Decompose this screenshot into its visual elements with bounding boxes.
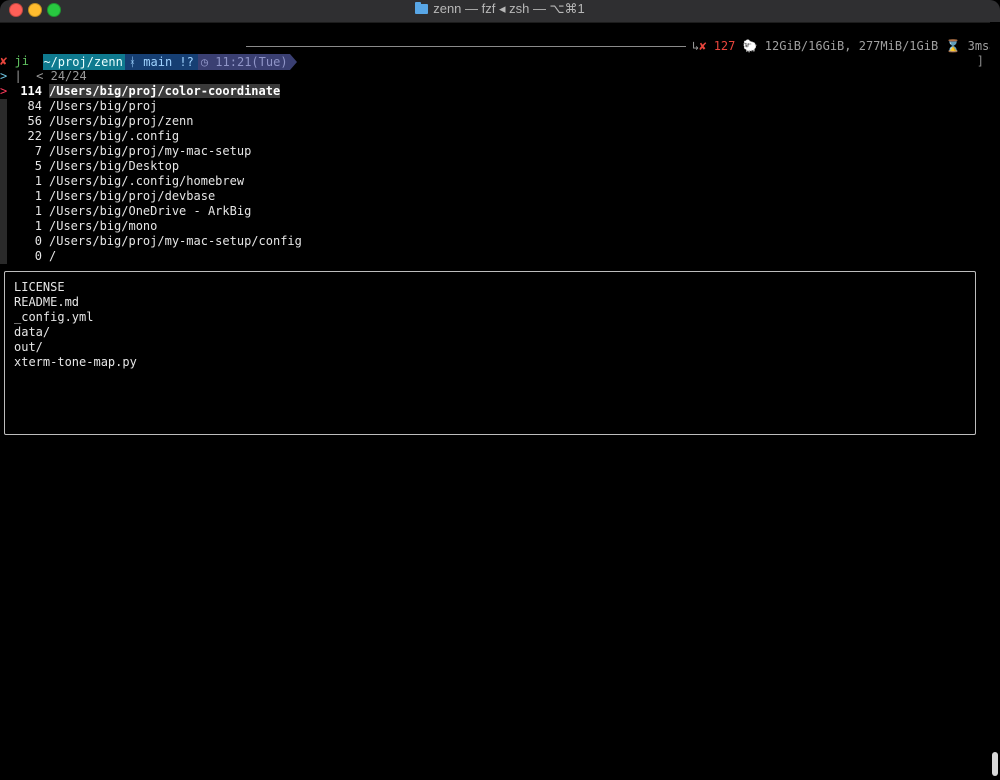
fzf-prompt: > — [0, 69, 8, 83]
fzf-gutter — [0, 99, 7, 114]
sheep-icon: 🐑 — [742, 39, 758, 53]
fzf-result-path: /Users/big/mono — [49, 219, 158, 233]
terminal-content[interactable]: ~/proj/zenn ᚼ main !? ◷ 11:21(Tue) ↳✘ 127 … — [0, 38, 997, 264]
duration: ⌛ 3ms↵ — [945, 39, 997, 53]
title-bar: zenn — fzf ◂ zsh — ⌥⌘1 — [0, 0, 1000, 23]
fzf-result-count: 1 — [34, 204, 42, 218]
fzf-result-count: 56 — [27, 114, 42, 128]
fzf-result-path: /Users/big/proj/devbase — [49, 189, 216, 203]
fzf-result-path: /Users/big/OneDrive - ArkBig — [49, 204, 252, 218]
fzf-result-row[interactable]: 7/Users/big/proj/my-mac-setup — [0, 144, 990, 159]
fzf-result-row[interactable]: 0/ — [0, 249, 990, 264]
fzf-gutter — [0, 114, 7, 129]
fzf-gutter — [0, 144, 7, 159]
fzf-result-list[interactable]: >114/Users/big/proj/color-coordinate 84/U… — [0, 84, 990, 264]
fzf-result-count: 0 — [34, 249, 42, 263]
fzf-result-count: 1 — [34, 189, 42, 203]
fzf-result-path: /Users/big/proj/my-mac-setup — [49, 144, 252, 158]
preview-file-item: LICENSE — [14, 280, 65, 294]
fzf-result-count: 1 — [34, 219, 42, 233]
fzf-result-count: 1 — [34, 174, 42, 188]
fzf-cursor: | — [14, 69, 22, 83]
exit-code: 127 — [713, 39, 736, 53]
fzf-gutter — [0, 249, 7, 264]
fzf-result-row[interactable]: 1/Users/big/proj/devbase — [0, 189, 990, 204]
memory-usage: 12GiB/16GiB, 277MiB/1GiB — [757, 39, 939, 53]
fzf-result-path: /Users/big/proj/my-mac-setup/config — [49, 234, 302, 248]
preview-file-list: LICENSE README.md _config.yml data/out/xter… — [14, 280, 966, 370]
prompt-rule — [246, 46, 686, 47]
scrollbar-thumb[interactable] — [992, 752, 998, 776]
command-line: ✘ ji — [0, 54, 990, 69]
fzf-query-line[interactable]: > | < 24/24 — [0, 69, 990, 84]
right-prompt: ↳✘ 127 🐑 12GiB/16GiB, 277MiB/1GiB ⌛ 3ms↵ — [692, 38, 997, 54]
fzf-result-path: /Users/big/.config — [49, 129, 180, 143]
preview-file-item: out/ — [14, 340, 43, 354]
fzf-gutter — [0, 234, 7, 249]
fzf-result-path: /Users/big/proj/zenn — [49, 114, 194, 128]
scrollbar[interactable] — [990, 22, 1000, 780]
fzf-result-row[interactable]: 1/Users/big/OneDrive - ArkBig — [0, 204, 990, 219]
fzf-pointer: > — [0, 84, 8, 98]
fzf-gutter — [0, 219, 7, 234]
fzf-result-path: /Users/big/.config/homebrew — [49, 174, 245, 188]
scroll-bracket: ] — [976, 54, 984, 68]
fzf-result-path: / — [49, 249, 57, 263]
fzf-info: < 24/24 — [36, 69, 87, 83]
error-icon: ✘ — [699, 39, 707, 53]
preview-file-item: _config.yml — [14, 310, 94, 324]
fzf-result-row[interactable]: 56/Users/big/proj/zenn — [0, 114, 990, 129]
fzf-result-count: 22 — [27, 129, 42, 143]
fzf-result-count: 114 — [20, 84, 42, 98]
fzf-result-count: 5 — [34, 159, 42, 173]
command-text: ji — [14, 54, 29, 68]
fzf-gutter — [0, 189, 7, 204]
preview-file-item: xterm-tone-map.py — [14, 355, 137, 369]
terminal-window: zenn — fzf ◂ zsh — ⌥⌘1 ~/proj/zenn ᚼ main… — [0, 0, 1000, 780]
error-mark-icon: ✘ — [0, 54, 8, 68]
fzf-result-row[interactable]: >114/Users/big/proj/color-coordinate — [0, 84, 990, 99]
window-title-container: zenn — fzf ◂ zsh — ⌥⌘1 — [0, 0, 1000, 22]
fzf-result-row[interactable]: 5/Users/big/Desktop — [0, 159, 990, 174]
preview-pane: LICENSE README.md _config.yml data/out/xter… — [4, 271, 976, 435]
preview-file-item: README.md — [14, 295, 80, 309]
fzf-result-row[interactable]: 22/Users/big/.config — [0, 129, 990, 144]
fzf-gutter — [0, 129, 7, 144]
folder-icon — [415, 2, 429, 14]
fzf-result-path: /Users/big/Desktop — [49, 159, 180, 173]
fzf-result-path: /Users/big/proj/color-coordinate — [49, 84, 281, 98]
prompt-line: ~/proj/zenn ᚼ main !? ◷ 11:21(Tue) ↳✘ 127 … — [0, 38, 997, 70]
fzf-result-path: /Users/big/proj — [49, 99, 158, 113]
fzf-gutter — [0, 159, 7, 174]
window-title: zenn — fzf ◂ zsh — ⌥⌘1 — [433, 1, 585, 16]
fzf-result-row[interactable]: 1/Users/big/mono — [0, 219, 990, 234]
preview-file-item: data/ — [14, 325, 51, 339]
fzf-result-row[interactable]: 0/Users/big/proj/my-mac-setup/config — [0, 234, 990, 249]
fzf-gutter — [0, 174, 7, 189]
fzf-gutter — [0, 204, 7, 219]
fzf-result-count: 84 — [27, 99, 42, 113]
fzf-result-row[interactable]: 1/Users/big/.config/homebrew — [0, 174, 990, 189]
fzf-result-count: 0 — [34, 234, 42, 248]
fzf-result-row[interactable]: 84/Users/big/proj — [0, 99, 990, 114]
fzf-result-count: 7 — [34, 144, 42, 158]
